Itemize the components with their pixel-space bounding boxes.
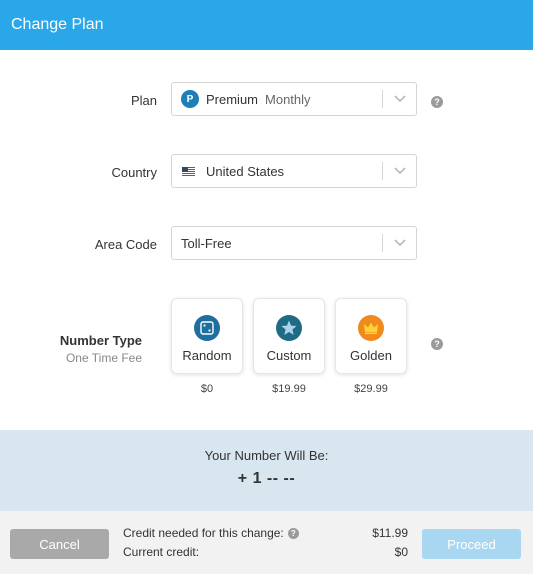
crown-icon xyxy=(358,315,384,341)
number-preview-title: Your Number Will Be: xyxy=(204,448,329,463)
chevron-down-icon[interactable] xyxy=(383,239,416,247)
number-type-random-card[interactable]: Random xyxy=(171,298,243,374)
dialog-header: Change Plan xyxy=(0,0,533,50)
number-type-title: Number Type xyxy=(59,333,142,348)
dialog-footer: Cancel Credit needed for this change: ? … xyxy=(0,511,533,574)
number-type-price-custom: $19.99 xyxy=(272,383,306,395)
number-type-help-icon[interactable]: ? xyxy=(431,338,443,350)
credit-needed-text: Credit needed for this change: xyxy=(123,526,284,540)
area-code-select[interactable]: Toll-Free xyxy=(171,226,417,260)
number-preview: Your Number Will Be: + 1 -- -- xyxy=(0,430,533,511)
plan-name: Premium xyxy=(206,91,259,107)
credit-needed-label: Credit needed for this change: ? xyxy=(123,526,299,540)
dialog-title: Change Plan xyxy=(11,16,104,33)
number-type-label-golden: Golden xyxy=(350,348,392,363)
chevron-down-icon[interactable] xyxy=(383,167,416,175)
star-icon xyxy=(276,315,302,341)
number-type-label-custom: Custom xyxy=(266,348,312,363)
number-preview-value: + 1 -- -- xyxy=(237,470,296,487)
number-type-subtitle: One Time Fee xyxy=(65,351,142,365)
current-credit-label: Current credit: xyxy=(123,545,200,559)
plan-help-icon[interactable]: ? xyxy=(431,96,443,108)
number-type-custom-card[interactable]: Custom xyxy=(253,298,325,374)
us-flag-icon xyxy=(182,166,195,176)
number-type-golden-card[interactable]: Golden xyxy=(335,298,407,374)
credit-help-icon[interactable]: ? xyxy=(287,527,299,539)
cancel-button[interactable]: Cancel xyxy=(10,529,109,559)
plan-period: Monthly xyxy=(265,91,311,107)
number-type-label: Number Type One Time Fee xyxy=(60,333,142,365)
country-label: Country xyxy=(111,165,157,180)
premium-plan-icon: P xyxy=(181,90,199,108)
number-type-label-random: Random xyxy=(182,348,232,363)
plan-select[interactable]: P Premium Monthly xyxy=(171,82,417,116)
area-code-value: Toll-Free xyxy=(181,235,232,251)
country-value: United States xyxy=(206,163,285,179)
area-code-label: Area Code xyxy=(94,237,157,252)
plan-label: Plan xyxy=(130,93,157,108)
chevron-down-icon[interactable] xyxy=(383,95,416,103)
number-type-price-golden: $29.99 xyxy=(354,383,388,395)
number-type-price-random: $0 xyxy=(200,383,214,395)
proceed-button[interactable]: Proceed xyxy=(422,529,521,559)
dice-icon xyxy=(194,315,220,341)
credit-needed-value: $11.99 xyxy=(372,526,408,540)
country-select[interactable]: United States xyxy=(171,154,417,188)
current-credit-value: $0 xyxy=(394,545,408,559)
